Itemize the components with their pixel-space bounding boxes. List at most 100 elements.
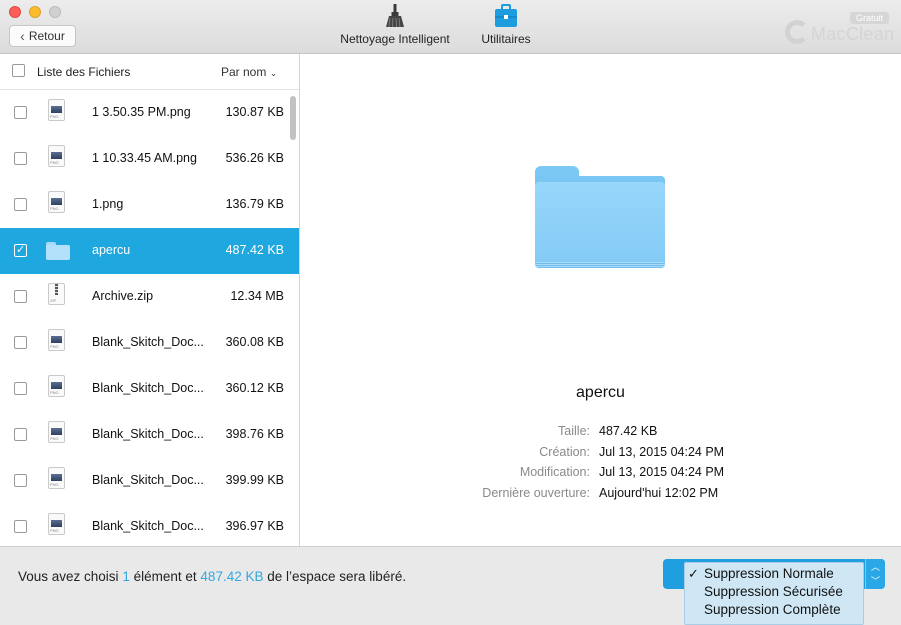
file-size: 360.12 KB: [225, 381, 284, 395]
zip-file-icon: ZIP: [48, 283, 65, 305]
list-item[interactable]: PNG Blank_Skitch_Doc... 399.99 KB: [0, 458, 299, 504]
list-item[interactable]: PNG 1.png 136.79 KB: [0, 182, 299, 228]
delete-mode-menu: ✓ Suppression Normale Suppression Sécuri…: [684, 562, 864, 625]
toolbar-utilities-label: Utilitaires: [481, 32, 531, 46]
file-size: 12.34 MB: [230, 289, 284, 303]
property-value: 487.42 KB: [599, 424, 658, 438]
png-file-icon: PNG: [48, 145, 65, 167]
file-name: Blank_Skitch_Doc...: [92, 473, 204, 487]
file-name: 1.png: [92, 197, 124, 211]
item-checkbox[interactable]: [14, 243, 27, 257]
property-value: Jul 13, 2015 04:24 PM: [599, 465, 725, 479]
file-list-scrollbar[interactable]: [288, 90, 298, 546]
menu-item-label: Suppression Complète: [704, 602, 841, 617]
scrollbar-thumb[interactable]: [290, 96, 296, 140]
menu-item-label: Suppression Sécurisée: [704, 584, 843, 599]
item-checkbox[interactable]: [14, 520, 27, 533]
menu-item-complete-delete[interactable]: Suppression Complète: [685, 601, 863, 619]
chevron-up-icon: ︿: [870, 562, 880, 572]
file-size: 536.26 KB: [225, 151, 284, 165]
brand-logo: Gratuit MacClean: [785, 10, 894, 48]
file-list-title: Liste des Fichiers: [37, 65, 131, 79]
list-item[interactable]: PNG Blank_Skitch_Doc... 398.76 KB: [0, 412, 299, 458]
select-all-checkbox[interactable]: [12, 64, 25, 77]
toolbar-smart-clean-label: Nettoyage Intelligent: [340, 32, 450, 46]
property-row: Taille: 487.42 KB: [300, 424, 901, 445]
property-value: Aujourd'hui 12:02 PM: [599, 485, 719, 500]
toolbar-utilities[interactable]: Utilitaires: [476, 4, 536, 46]
property-row: Création: Jul 13, 2015 04:24 PM: [300, 445, 901, 466]
item-checkbox[interactable]: [14, 152, 27, 165]
chevron-left-icon: ‹: [20, 28, 25, 44]
free-badge: Gratuit: [849, 12, 889, 24]
file-size: 487.42 KB: [225, 243, 284, 257]
selected-count: 1: [122, 569, 130, 584]
list-item[interactable]: PNG Blank_Skitch_Doc... 360.08 KB: [0, 320, 299, 366]
file-size: 136.79 KB: [225, 197, 284, 211]
list-item[interactable]: PNG Blank_Skitch_Doc... 396.97 KB: [0, 504, 299, 546]
menu-item-normal-delete[interactable]: ✓ Suppression Normale: [685, 565, 863, 583]
list-item[interactable]: ZIP Archive.zip 12.34 MB: [0, 274, 299, 320]
toolbar-smart-clean[interactable]: Nettoyage Intelligent: [334, 4, 456, 46]
item-checkbox[interactable]: [14, 336, 27, 349]
png-file-icon: PNG: [48, 329, 65, 351]
item-checkbox[interactable]: [14, 290, 27, 303]
title-bar: ‹ Retour Nettoyage Intelligent Utilitair…: [0, 0, 901, 54]
summary-text: de l’espace sera libéré.: [267, 569, 407, 584]
property-label: Création:: [539, 444, 590, 459]
property-row: Dernière ouverture: Aujourd'hui 12:02 PM: [300, 486, 901, 507]
list-item[interactable]: PNG Blank_Skitch_Doc... 360.12 KB: [0, 366, 299, 412]
selected-size: 487.42 KB: [200, 569, 264, 584]
item-checkbox[interactable]: [14, 106, 27, 119]
file-size: 130.87 KB: [225, 105, 284, 119]
png-file-icon: PNG: [48, 99, 65, 121]
minimize-window-button[interactable]: [29, 6, 41, 18]
broom-icon: [386, 4, 404, 28]
summary-text: Vous avez choisi: [18, 569, 119, 584]
sort-label: Par nom: [221, 65, 267, 79]
file-size: 360.08 KB: [225, 335, 284, 349]
property-label: Taille:: [558, 424, 590, 438]
png-file-icon: PNG: [48, 467, 65, 489]
list-item[interactable]: PNG 1 10.33.45 AM.png 536.26 KB: [0, 136, 299, 182]
item-checkbox[interactable]: [14, 428, 27, 441]
item-checkbox[interactable]: [14, 198, 27, 211]
popup-stepper[interactable]: ︿ ﹀: [865, 559, 885, 589]
back-button[interactable]: ‹ Retour: [9, 25, 76, 47]
file-name: Blank_Skitch_Doc...: [92, 335, 204, 349]
chevron-down-icon: ⌄: [269, 68, 278, 78]
menu-item-secure-delete[interactable]: Suppression Sécurisée: [685, 583, 863, 601]
list-item-selected[interactable]: apercu 487.42 KB: [0, 228, 299, 274]
detail-item-name: apercu: [576, 384, 625, 401]
file-list-header: Liste des Fichiers Par nom ⌄: [0, 54, 299, 90]
item-checkbox[interactable]: [14, 382, 27, 395]
zoom-window-button[interactable]: [49, 6, 61, 18]
macclean-logo-icon: [785, 20, 809, 44]
file-name: Blank_Skitch_Doc...: [92, 381, 204, 395]
file-list: PNG 1 3.50.35 PM.png 130.87 KB PNG 1 10.…: [0, 90, 299, 546]
item-checkbox[interactable]: [14, 474, 27, 487]
file-name: 1 3.50.35 PM.png: [92, 105, 191, 119]
png-file-icon: PNG: [48, 375, 65, 397]
file-size: 396.97 KB: [225, 519, 284, 533]
file-name: apercu: [92, 243, 131, 257]
chevron-down-icon: ﹀: [870, 576, 880, 586]
selection-summary: Vous avez choisi 1 élément et 487.42 KB …: [18, 569, 406, 584]
close-window-button[interactable]: [9, 6, 21, 18]
list-item[interactable]: PNG 1 3.50.35 PM.png 130.87 KB: [0, 90, 299, 136]
png-file-icon: PNG: [48, 513, 65, 535]
folder-icon: [46, 242, 70, 260]
property-label: Dernière ouverture:: [482, 485, 590, 500]
detail-panel: apercu Taille: 487.42 KB Création: Jul 1…: [300, 54, 901, 546]
file-name: 1 10.33.45 AM.png: [92, 151, 197, 165]
file-list-panel: Liste des Fichiers Par nom ⌄ PNG 1 3.50.…: [0, 54, 300, 546]
summary-text: élément et: [133, 569, 197, 584]
brand-name: MacClean: [811, 24, 895, 44]
png-file-icon: PNG: [48, 421, 65, 443]
file-size: 398.76 KB: [225, 427, 284, 441]
file-name: Blank_Skitch_Doc...: [92, 427, 204, 441]
png-file-icon: PNG: [48, 191, 65, 213]
sort-dropdown[interactable]: Par nom ⌄: [221, 65, 277, 79]
property-row: Modification: Jul 13, 2015 04:24 PM: [300, 465, 901, 486]
menu-item-label: Suppression Normale: [704, 566, 834, 581]
